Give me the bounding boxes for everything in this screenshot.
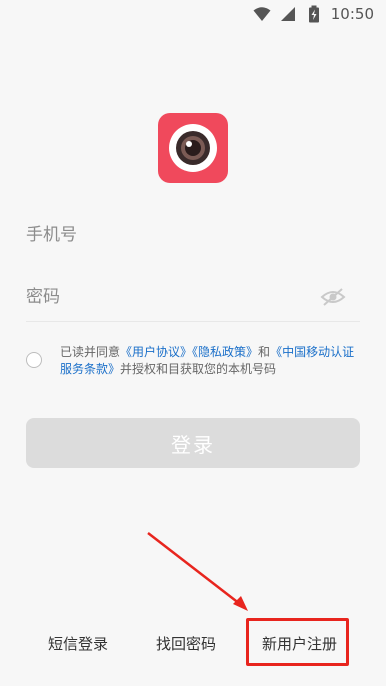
app-logo [158,113,228,183]
sms-login-link[interactable]: 短信登录 [48,633,108,654]
agreement-suffix: 并授权和目获取您的本机号码 [120,362,277,376]
camera-lens-icon [158,113,228,183]
agreement-prefix: 已读并同意 [60,345,121,359]
agreement-checkbox[interactable] [26,352,42,368]
phone-input[interactable] [26,225,360,245]
agreement-conjunction: 和 [258,345,271,359]
login-button[interactable]: 登录 [26,418,360,468]
agreement-text: 已读并同意《用户协议》《隐私政策》和《中国移动认证服务条款》并授权和目获取您的本… [60,344,360,378]
cellular-signal-icon [279,5,297,23]
register-link[interactable]: 新用户注册 [262,633,337,654]
password-input[interactable] [26,286,360,307]
status-bar: 10:50 [0,0,386,28]
privacy-policy-link[interactable]: 《隐私政策》 [192,345,258,359]
user-agreement-link[interactable]: 《用户协议》 [120,345,192,359]
recover-password-link[interactable]: 找回密码 [156,633,216,654]
wifi-icon [253,5,271,23]
battery-charging-icon [305,5,323,23]
agreement-row: 已读并同意《用户协议》《隐私政策》和《中国移动认证服务条款》并授权和目获取您的本… [26,344,360,378]
password-field-row [26,272,360,322]
eye-off-icon[interactable] [320,286,346,308]
status-time: 10:50 [330,5,374,23]
phone-field-row [26,210,360,260]
annotation-arrow [147,532,248,611]
